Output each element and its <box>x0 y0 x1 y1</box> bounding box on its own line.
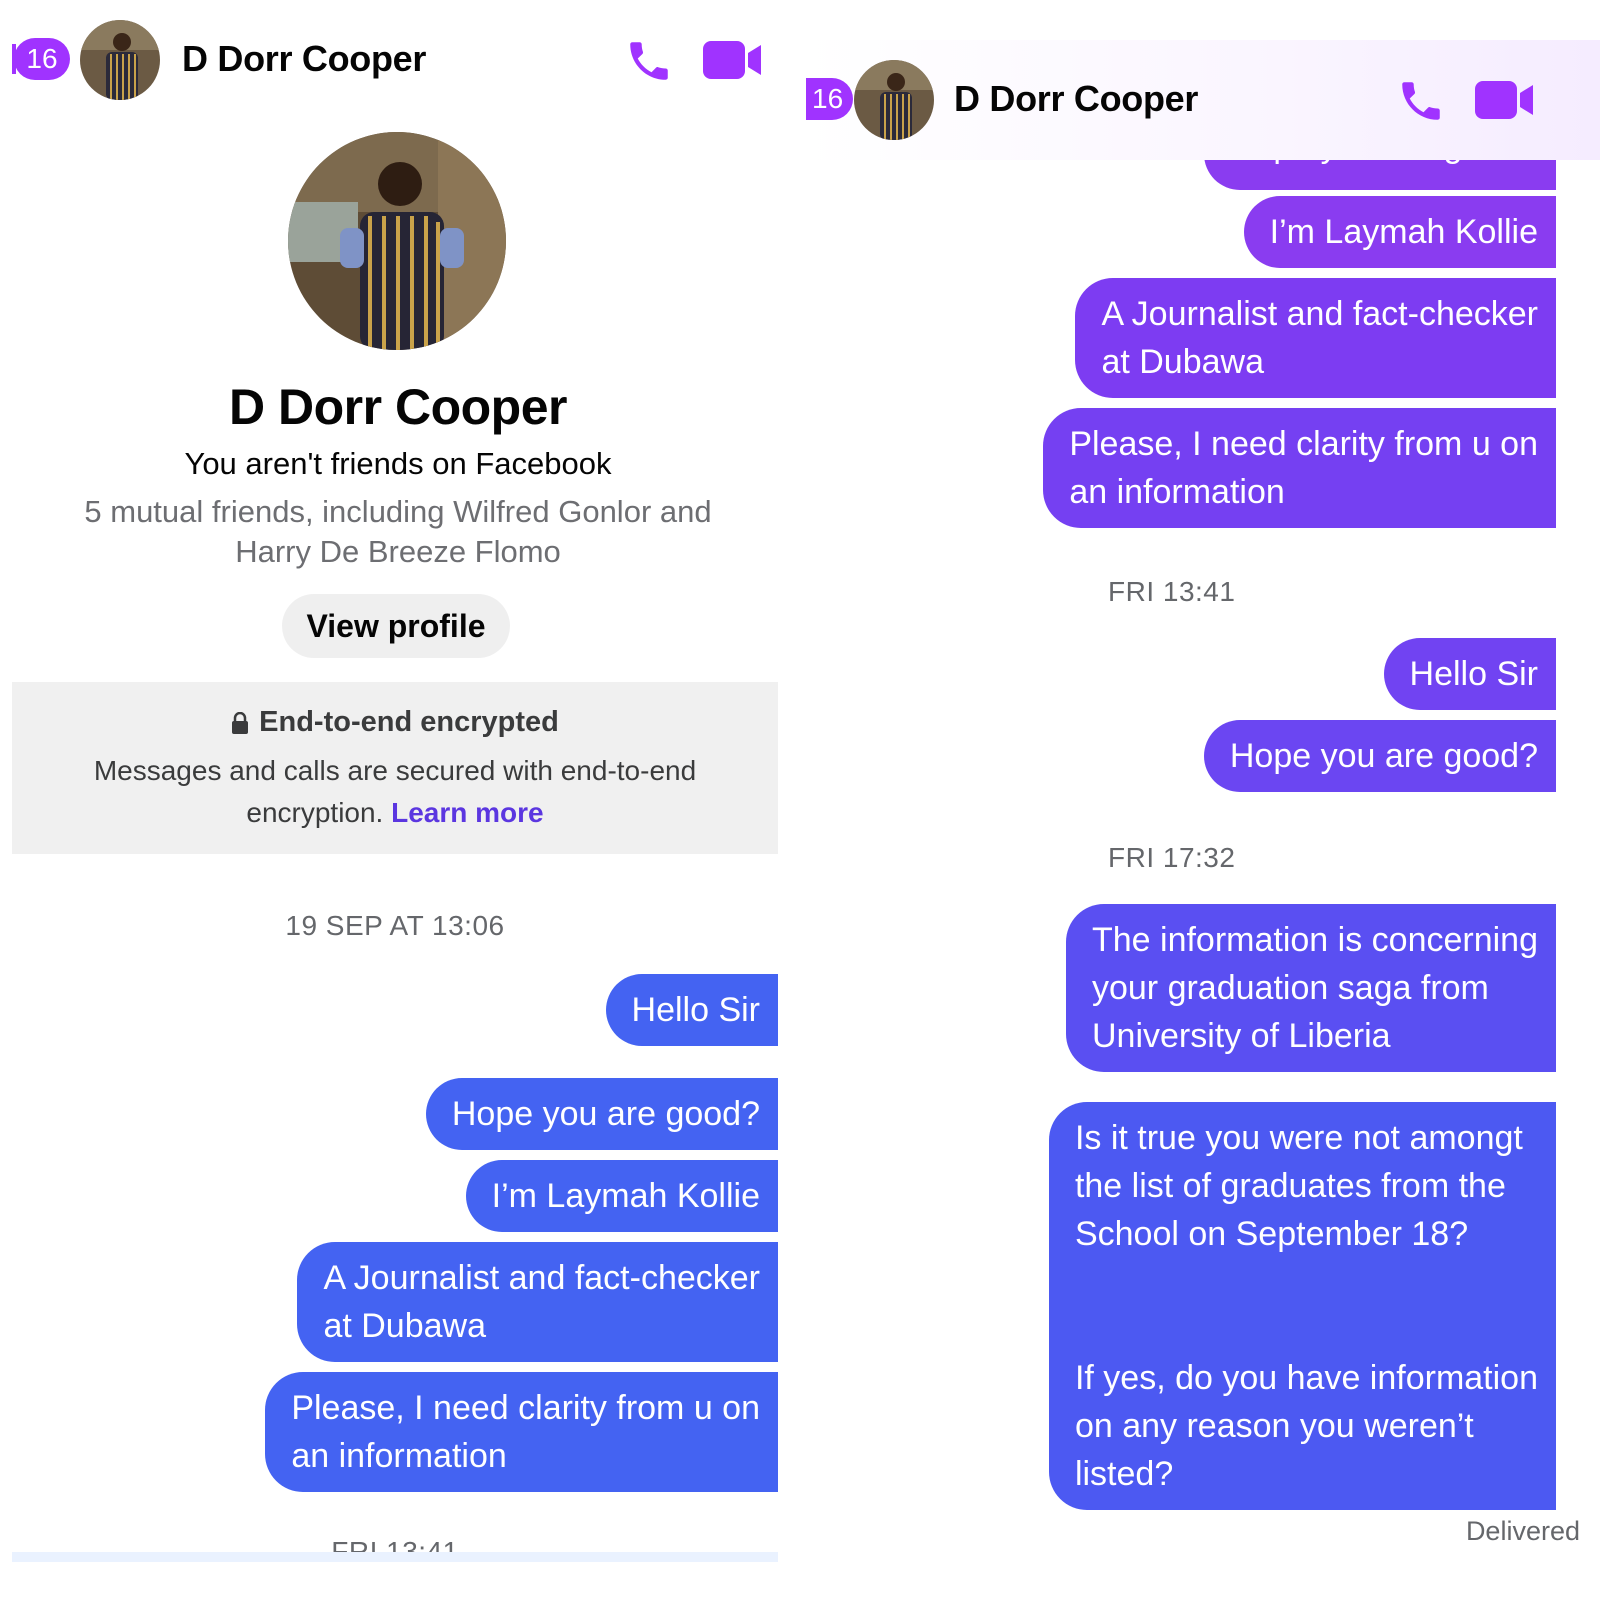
avatar-photo-icon <box>80 20 160 100</box>
phone-icon[interactable] <box>1394 74 1448 128</box>
mutual-friends-line-1: 5 mutual friends, including Wilfred Gonl… <box>84 494 712 529</box>
divider <box>12 1552 778 1562</box>
view-profile-button[interactable]: View profile <box>282 594 510 658</box>
encryption-body-line-1: Messages and calls are secured with end-… <box>93 755 697 786</box>
chat-header: 16 D Dorr Cooper <box>806 40 1600 160</box>
message-bubble[interactable]: Is it true you were not amongt the list … <box>1048 1102 1556 1510</box>
encryption-body: Messages and calls are secured with end-… <box>42 750 748 834</box>
unread-badge[interactable]: 16 <box>806 78 854 120</box>
chat-header: 16 D Dorr Cooper <box>0 0 796 122</box>
delivery-status: Delivered <box>1465 1516 1580 1546</box>
timestamp-partial: FRI 13:41 <box>0 1538 790 1552</box>
message-bubble[interactable]: Hope you are good? <box>425 1078 778 1150</box>
avatar[interactable] <box>80 20 160 100</box>
encryption-body-line-2: encryption. Learn more <box>42 792 748 834</box>
timestamp: 19 SEP AT 13:06 <box>285 910 505 941</box>
timestamp: FRI 13:41 <box>1108 576 1236 607</box>
video-camera-icon[interactable] <box>702 38 764 82</box>
message-bubble[interactable]: Please, I need clarity from u on an info… <box>1043 408 1556 528</box>
profile-avatar[interactable] <box>288 132 506 350</box>
profile-name: D Dorr Cooper <box>229 379 567 435</box>
learn-more-link[interactable]: Learn more <box>391 797 544 828</box>
message-bubble[interactable]: A Journalist and fact-checker at Dubawa <box>1075 278 1556 398</box>
message-bubble[interactable]: Hope you are good? <box>1203 720 1556 792</box>
right-screenshot: Hope you are good? 16 D Dorr Cooper I’m … <box>806 0 1600 1600</box>
encryption-body-text: encryption. <box>246 797 392 828</box>
header-contact-name[interactable]: D Dorr Cooper <box>954 78 1198 120</box>
encryption-title-text: End-to-end encrypted <box>259 706 559 738</box>
header-contact-name[interactable]: D Dorr Cooper <box>182 38 426 80</box>
message-bubble[interactable]: The information is concerning your gradu… <box>1065 904 1556 1072</box>
lock-icon <box>232 711 249 734</box>
avatar-photo-icon <box>854 60 934 140</box>
profile-photo-icon <box>288 132 506 350</box>
phone-icon[interactable] <box>622 34 676 88</box>
message-bubble[interactable]: I’m Laymah Kollie <box>465 1160 778 1232</box>
video-camera-icon[interactable] <box>1474 78 1536 122</box>
left-screenshot: 16 D Dorr Cooper D Dorr Cooper You aren'… <box>0 0 796 1600</box>
avatar[interactable] <box>854 60 934 140</box>
mutual-friends-line-2: Harry De Breeze Flomo <box>235 534 561 569</box>
message-bubble[interactable]: I’m Laymah Kollie <box>1243 196 1556 268</box>
message-bubble[interactable]: A Journalist and fact-checker at Dubawa <box>297 1242 778 1362</box>
mutual-friends: 5 mutual friends, including Wilfred Gonl… <box>40 492 756 572</box>
encryption-notice: End-to-end encrypted Messages and calls … <box>12 682 778 854</box>
message-bubble[interactable]: Hello Sir <box>1383 638 1556 710</box>
friend-status: You aren't friends on Facebook <box>184 446 612 481</box>
unread-badge[interactable]: 16 <box>14 38 70 80</box>
message-bubble[interactable]: Please, I need clarity from u on an info… <box>265 1372 778 1492</box>
timestamp: FRI 17:32 <box>1108 842 1236 873</box>
message-bubble[interactable]: Hello Sir <box>605 974 778 1046</box>
encryption-title: End-to-end encrypted <box>12 706 778 739</box>
